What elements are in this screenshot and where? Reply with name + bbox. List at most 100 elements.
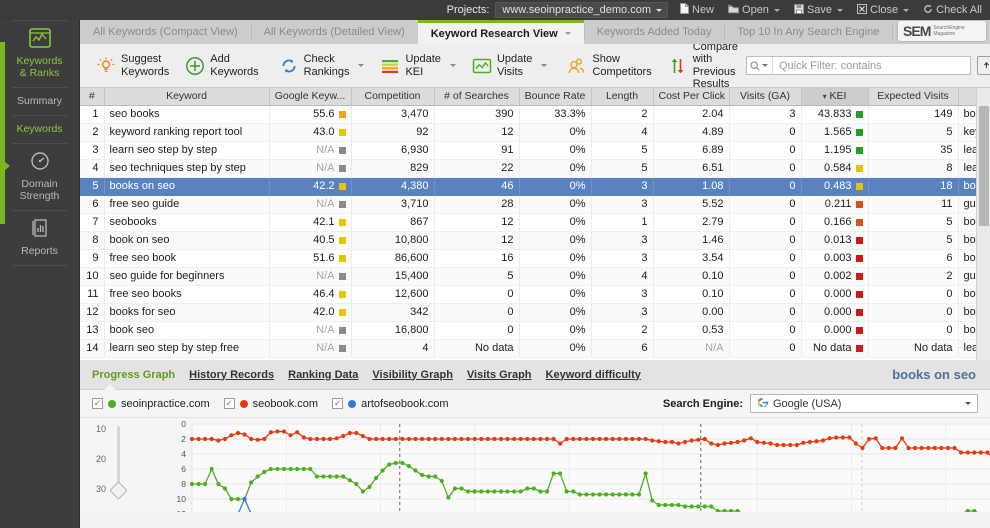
checkbox-artofseobook[interactable]: ✓: [332, 398, 344, 409]
chevron-down-icon[interactable]: [358, 64, 365, 67]
chevron-down-icon: [903, 8, 910, 12]
update-visits-button[interactable]: Update Visits: [464, 46, 555, 86]
tab-visits-graph[interactable]: Visits Graph: [467, 369, 532, 381]
tab-history-records[interactable]: History Records: [189, 369, 274, 381]
sidebar-item-label: Keywords: [16, 55, 63, 67]
col-header-keyword[interactable]: Keyword: [104, 88, 270, 106]
close-button[interactable]: Close: [855, 0, 911, 20]
series-point: [899, 436, 905, 441]
check-rankings-button[interactable]: Check Rankings: [271, 46, 373, 86]
sidebar-item-domain-strength[interactable]: Domain Strength: [0, 144, 79, 210]
chevron-down-icon[interactable]: [541, 64, 548, 67]
tab-keyword-difficulty[interactable]: Keyword difficulty: [546, 369, 641, 381]
table-row[interactable]: 3 learn seo step by step N/A 6,930 91 0% 5 6.89…: [80, 141, 990, 160]
sidebar-item-reports[interactable]: Reports: [0, 211, 79, 265]
cell-bounce-rate: 0%: [519, 159, 592, 178]
legend-item-artofseobook[interactable]: ✓ artofseobook.com: [332, 398, 449, 410]
series-point: [288, 466, 293, 472]
table-row[interactable]: 10 seo guide for beginners N/A 15,400 5 0% 4 0.…: [80, 267, 990, 286]
table-row[interactable]: 9 free seo book 51.6 86,600 16 0% 3 3.54 0 0.003 6…: [80, 249, 990, 268]
series-point: [406, 463, 411, 469]
tab-label: Top 10 In Any Search Engine: [737, 26, 880, 38]
tab-all-keywords-detailed[interactable]: All Keywords (Detailed View): [250, 20, 418, 44]
chevron-down-icon[interactable]: [965, 402, 971, 405]
legend-item-seobook[interactable]: ✓ seobook.com: [223, 398, 318, 410]
add-keywords-button[interactable]: Add Keywords: [177, 46, 266, 86]
sidebar-item-keywords[interactable]: Keywords: [0, 116, 79, 143]
chevron-down-icon[interactable]: [564, 32, 571, 35]
tab-keyword-research-view[interactable]: Keyword Research View: [417, 20, 584, 44]
chevron-down-icon: [837, 8, 844, 12]
update-kei-button[interactable]: Update KEI: [372, 46, 463, 86]
series-point: [466, 489, 471, 494]
checkbox-seobook[interactable]: ✓: [223, 398, 235, 409]
tab-all-keywords-compact[interactable]: All Keywords (Compact View): [80, 20, 251, 44]
cell-bounce-rate: 0%: [519, 123, 592, 142]
col-header-index[interactable]: #: [80, 88, 105, 106]
tab-progress-graph[interactable]: Progress Graph: [92, 369, 175, 381]
chevron-down-icon[interactable]: [762, 64, 769, 67]
table-row[interactable]: 4 seo techniques step by step N/A 829 22 0% 5 6…: [80, 159, 990, 178]
project-selector[interactable]: www.seoinpractice_demo.com: [495, 2, 668, 18]
series-point: [196, 436, 201, 442]
compare-previous-results-button[interactable]: Compare with Previous Results: [660, 41, 746, 90]
col-header-kei[interactable]: ▾ KEI: [801, 88, 869, 106]
show-competitors-button[interactable]: Show Competitors: [559, 46, 659, 86]
status-chip: [855, 200, 863, 208]
suggest-keywords-button[interactable]: Suggest Keywords: [88, 46, 177, 86]
tab-visibility-graph[interactable]: Visibility Graph: [372, 369, 453, 381]
top-menu-bar: Projects: www.seoinpractice_demo.com New…: [0, 0, 990, 20]
col-header-visits-ga[interactable]: Visits (GA): [729, 88, 802, 106]
sort-desc-icon: ▾: [822, 92, 827, 102]
cell-google-keyword: 42.0: [269, 303, 352, 322]
chevron-down-icon[interactable]: [449, 64, 456, 67]
expand-icon[interactable]: [976, 56, 990, 75]
col-header-bounce-rate[interactable]: Bounce Rate: [519, 88, 592, 106]
table-row[interactable]: 1 seo books 55.6 3,470 390 33.3% 2 2.04 3 43.833 1…: [80, 105, 990, 124]
tab-ranking-data[interactable]: Ranking Data: [288, 369, 358, 381]
plus-circle-icon: [185, 56, 205, 76]
series-point: [755, 439, 760, 445]
save-button[interactable]: Save: [792, 0, 845, 20]
table-row[interactable]: 2 keyword ranking report tool 43.0 92 12 0% 4 4…: [80, 123, 990, 142]
table-row[interactable]: 6 free seo guide N/A 3,710 28 0% 3 5.52 0 0.211 11…: [80, 195, 990, 214]
table-row[interactable]: 14 learn seo step by step free N/A 4 No data…: [80, 339, 990, 358]
table-row[interactable]: 7seobooks42.1867120%12.7900.1665book: [80, 213, 990, 232]
tab-top10-any-search-engine[interactable]: Top 10 In Any Search Engine: [724, 20, 892, 44]
table-row[interactable]: 13book seoN/A16,80000%20.5300.0000book: [80, 321, 990, 340]
cell-bounce-rate: 0%: [519, 249, 592, 268]
series-point: [393, 436, 398, 442]
open-button[interactable]: Open: [726, 0, 782, 20]
col-header-length[interactable]: Length: [591, 88, 654, 106]
sidebar-item-summary[interactable]: Summary: [0, 88, 79, 115]
table-row[interactable]: 11 free seo books 46.4 12,600 0 0% 3 0.10 0 0.000…: [80, 285, 990, 304]
cell-expected-visits: No data: [868, 339, 959, 358]
col-header-google-keyword[interactable]: Google Keyw...: [269, 88, 352, 106]
col-header-expected-visits[interactable]: Expected Visits: [868, 88, 959, 106]
status-chip: [855, 344, 863, 352]
col-header-searches[interactable]: # of Searches: [434, 88, 520, 106]
col-header-competition[interactable]: Competition: [351, 88, 435, 106]
quick-filter[interactable]: Quick Filter: contains: [745, 56, 971, 75]
table-row[interactable]: 5books on seo42.24,380460%31.0800.48318b…: [80, 177, 990, 196]
cell-google-keyword: N/A: [269, 195, 352, 214]
scrollbar-thumb[interactable]: [979, 106, 989, 226]
table-row[interactable]: 12books for seo42.034200%30.0000.0000boo…: [80, 303, 990, 322]
cell-google-keyword: N/A: [269, 159, 352, 178]
tab-keywords-added-today[interactable]: Keywords Added Today: [583, 20, 725, 44]
table-row[interactable]: 8book on seo40.510,800120%31.4600.0135bo…: [80, 231, 990, 250]
report-doc-icon: [2, 218, 77, 241]
search-engine-select[interactable]: Google (USA): [750, 394, 978, 413]
col-header-cost-per-click[interactable]: Cost Per Click: [653, 88, 730, 106]
search-icon[interactable]: [747, 57, 773, 74]
table-vertical-scrollbar[interactable]: [976, 88, 990, 360]
cell-index: 1: [80, 105, 105, 124]
checkbox-seoinpractice[interactable]: ✓: [92, 398, 103, 409]
check-all-button[interactable]: Check All: [921, 0, 984, 20]
series-point: [564, 489, 569, 494]
legend-item-seoinpractice[interactable]: ✓ seoinpractice.com: [92, 398, 210, 410]
series-point: [321, 436, 326, 442]
series-point: [452, 486, 457, 491]
new-button[interactable]: New: [678, 0, 716, 20]
sidebar-item-keywords-and-ranks[interactable]: Keywords & Ranks: [0, 21, 79, 87]
